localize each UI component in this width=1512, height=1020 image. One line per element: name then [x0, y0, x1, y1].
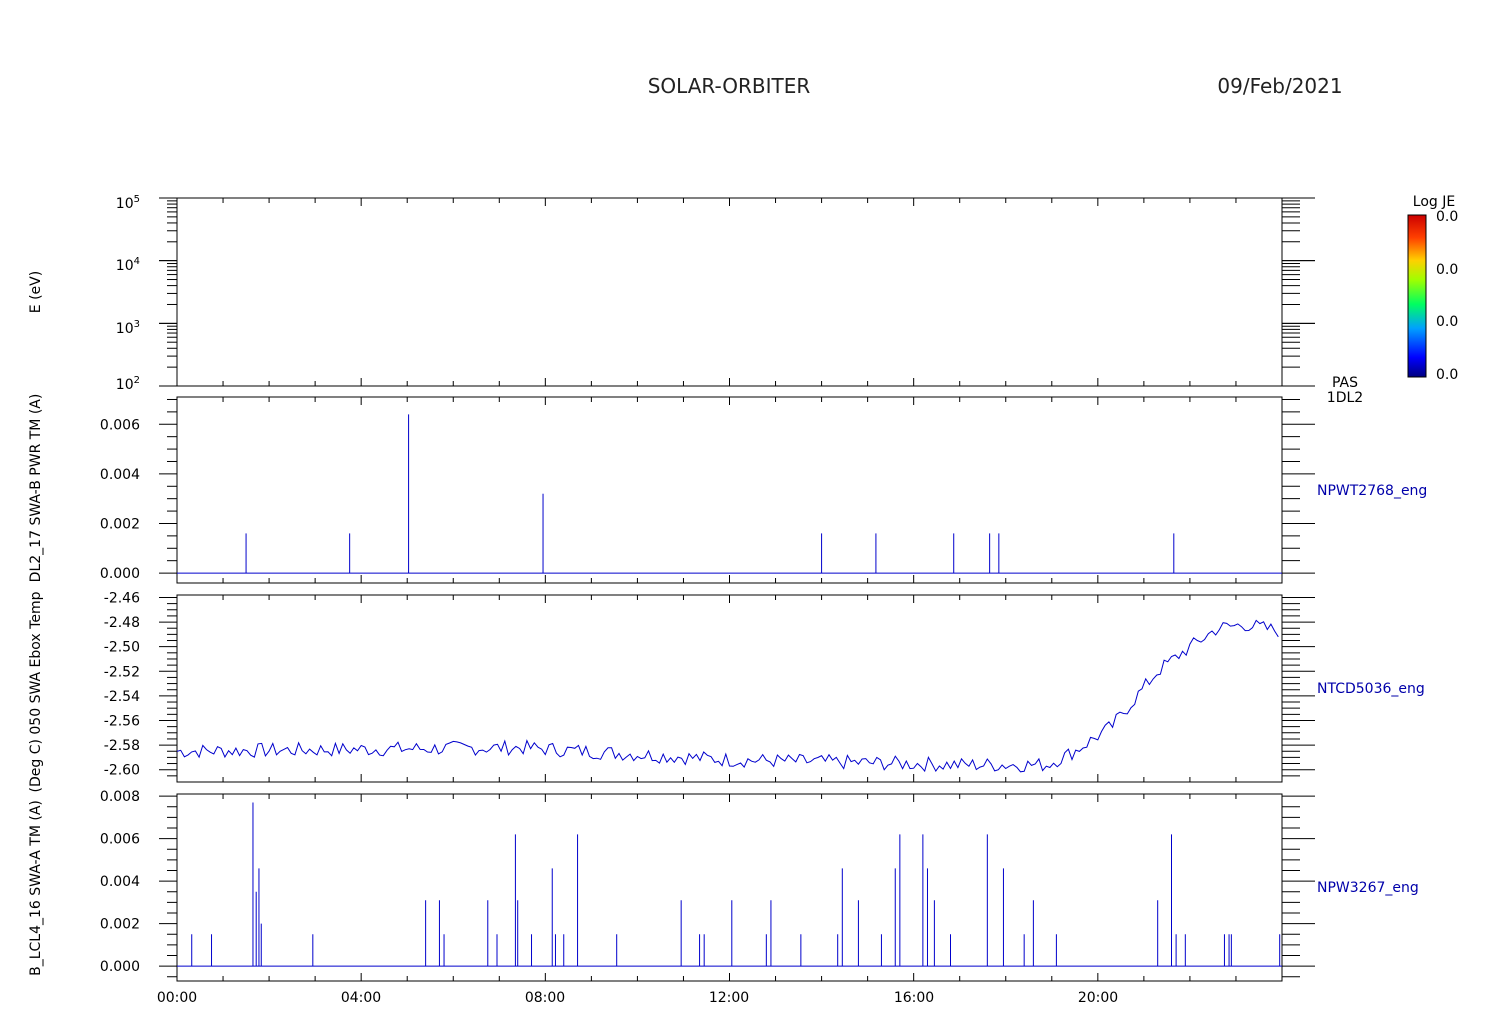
colorbar: Log JE 0.0 0.0 0.0 0.0	[1407, 194, 1458, 383]
colorbar-tick-label: 0.0	[1436, 262, 1458, 278]
colorbar-title: Log JE	[1413, 194, 1455, 210]
y-axis-label: B_LCL4_16 SWA-A TM (A)	[28, 800, 44, 976]
y-tick-label: 0.004	[100, 874, 140, 890]
y-tick-label: 104	[116, 256, 140, 274]
data-series	[177, 414, 1282, 574]
data-series	[177, 802, 1282, 967]
colorbar-tick-label: 0.0	[1436, 209, 1458, 225]
x-tick-label: 08:00	[525, 990, 565, 1006]
series-label: NPW3267_eng	[1317, 880, 1419, 896]
y-tick-label: -2.46	[104, 590, 140, 606]
swa-summary-plot: SOLAR-ORBITER 09/Feb/2021 Log JE 0.0 0.0…	[28, 74, 1458, 1006]
y-tick-label: -2.48	[104, 615, 140, 631]
y-ticks	[159, 197, 1315, 387]
y-tick-label: 0.002	[100, 516, 140, 532]
panel-right-label: 1DL2	[1327, 390, 1363, 406]
y-ticks: 0.006 0.004 0.002 0.000	[100, 398, 1315, 582]
y-tick-label: 0.002	[100, 917, 140, 933]
x-tick-label: 16:00	[894, 990, 934, 1006]
x-ticks	[176, 198, 1283, 386]
y-axis-label: E (eV)	[28, 271, 44, 313]
y-tick-label: 103	[116, 319, 140, 337]
y-tick-label: -2.54	[104, 689, 140, 705]
x-ticks	[176, 794, 1283, 981]
series-label: NTCD5036_eng	[1317, 681, 1425, 697]
y-tick-label: 0.006	[100, 417, 140, 433]
x-tick-label: 00:00	[157, 990, 197, 1006]
series-label: NPWT2768_eng	[1317, 483, 1427, 499]
colorbar-tick-label: 0.0	[1436, 367, 1458, 383]
y-tick-label: 102	[116, 375, 140, 393]
colorbar-gradient	[1407, 214, 1427, 378]
mission-title: SOLAR-ORBITER	[648, 74, 811, 98]
x-ticks	[176, 595, 1283, 782]
y-tick-label: -2.56	[104, 713, 140, 729]
x-tick-label: 12:00	[709, 990, 749, 1006]
panel-swa-ebox-temp: -2.46 -2.48 -2.50 -2.52 -2.54 -2.56 -2.58 -2.60…	[28, 590, 1425, 792]
y-axis-label: (Deg C) 050 SWA Ebox Temp	[28, 591, 44, 792]
y-tick-label: -2.50	[104, 640, 140, 656]
temperature-line	[176, 619, 1279, 773]
y-axis-label: DL2_17 SWA-B PWR TM (A)	[28, 394, 44, 583]
y-tick-label: -2.58	[104, 738, 140, 754]
x-ticks	[176, 397, 1283, 583]
panel-swa-a-tm: 0.008 0.006 0.004 0.002 0.000 B_LCL4_16 SWA-…	[28, 789, 1419, 982]
panel-frame	[176, 793, 1283, 982]
y-tick-label: 0.000	[100, 566, 140, 582]
panel-right-label: PAS	[1332, 375, 1358, 391]
panel-frame	[176, 396, 1283, 584]
y-tick-label: 0.006	[100, 832, 140, 848]
y-ticks: -2.46 -2.48 -2.50 -2.52 -2.54 -2.56 -2.58 -2.60	[104, 590, 1315, 779]
x-tick-label: 20:00	[1078, 990, 1118, 1006]
data-series	[176, 619, 1279, 773]
x-tick-label: 04:00	[341, 990, 381, 1006]
panel-swa-b-power: 0.006 0.004 0.002 0.000 DL2_17 SWA-B PWR TM…	[28, 394, 1427, 584]
y-tick-label: 105	[116, 194, 140, 212]
y-tick-label: 0.008	[100, 789, 140, 805]
y-tick-label: 0.000	[100, 959, 140, 975]
date-title: 09/Feb/2021	[1217, 74, 1342, 98]
y-tick-label: 0.004	[100, 467, 140, 483]
y-tick-label: -2.52	[104, 664, 140, 680]
y-ticks: 0.008 0.006 0.004 0.002 0.000	[100, 789, 1315, 978]
y-tick-label: -2.60	[104, 763, 140, 779]
colorbar-tick-label: 0.0	[1436, 314, 1458, 330]
panel-frame	[176, 594, 1283, 783]
panel-energy-spectrogram: 105 104 103 102 E (eV) PAS 1DL2	[28, 194, 1363, 406]
x-axis: 00:00 04:00 08:00 12:00 16:00 20:00	[157, 990, 1118, 1006]
panel-frame	[176, 197, 1283, 387]
